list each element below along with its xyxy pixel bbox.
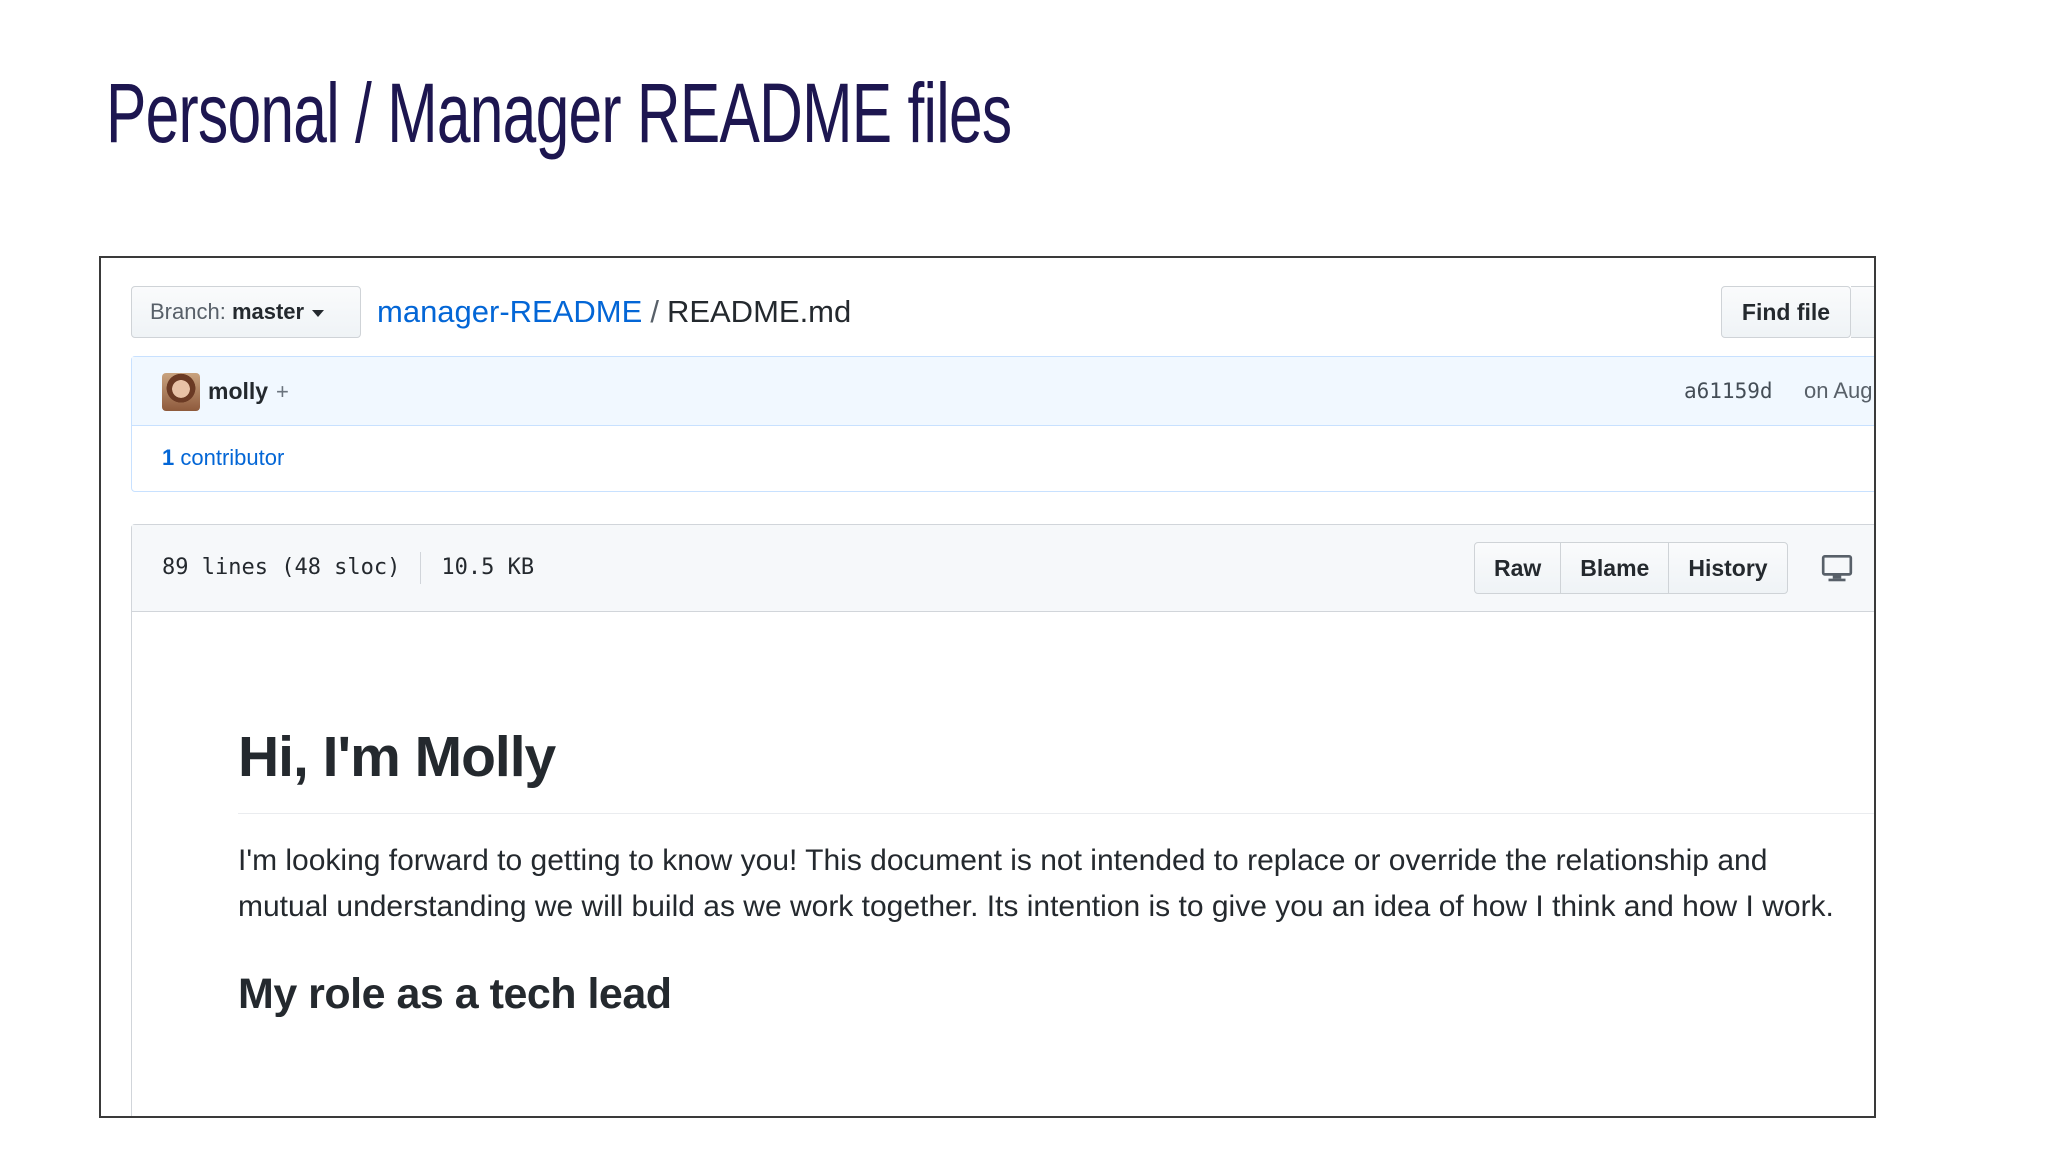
slide-title: Personal / Manager README files (106, 66, 1012, 160)
readme-content: Hi, I'm Molly I'm looking forward to get… (238, 611, 1874, 1022)
repo-link[interactable]: manager-README (377, 294, 642, 329)
blame-button[interactable]: Blame (1560, 542, 1670, 594)
github-file-view: Branch: master manager-README / README.md … (131, 286, 1874, 1116)
caret-down-icon (312, 309, 325, 317)
avatar[interactable] (162, 373, 200, 411)
commit-box: molly + a61159d on Aug 1 contributor (131, 356, 1874, 492)
file-header: 89 lines (48 sloc) 10.5 KB Raw Blame Hist… (132, 525, 1874, 612)
commit-author-link[interactable]: molly (208, 357, 268, 425)
readme-subheading: My role as a tech lead (238, 970, 672, 1018)
file-info-divider (420, 552, 422, 584)
commit-date: on Aug (1804, 378, 1873, 403)
github-screenshot: Branch: master manager-README / README.md … (99, 256, 1876, 1118)
file-navigation: Branch: master manager-README / README.md … (131, 286, 1874, 342)
file-info: 89 lines (48 sloc) 10.5 KB (162, 525, 534, 611)
raw-button[interactable]: Raw (1474, 542, 1562, 594)
copy-path-button[interactable] (1851, 286, 1874, 338)
breadcrumb: manager-README / README.md (377, 286, 851, 338)
file-line-count: 89 lines (48 sloc) (162, 555, 401, 580)
desktop-icon[interactable] (1820, 551, 1854, 585)
commit-tease: molly + a61159d on Aug (132, 357, 1874, 427)
readme-heading: Hi, I'm Molly (238, 721, 1874, 814)
branch-name: master (231, 299, 305, 324)
contributor-label: contributor (180, 445, 285, 470)
branch-select-button[interactable]: Branch: master (131, 286, 361, 338)
readme-paragraph: I'm looking forward to getting to know y… (238, 844, 1834, 923)
commit-sha-link[interactable]: a61159d (1684, 357, 1773, 425)
breadcrumb-separator: / (650, 294, 659, 329)
contributor-count: 1 (162, 445, 175, 470)
contributors-link[interactable]: 1 contributor (162, 425, 284, 491)
slide: Personal / Manager README files Branch: … (0, 0, 2048, 1152)
file-name: README.md (666, 294, 852, 329)
coauthor-plus-icon[interactable]: + (276, 357, 289, 427)
history-button[interactable]: History (1668, 542, 1788, 594)
file-actions: Raw Blame History (1474, 542, 1788, 594)
branch-prefix: Branch: (150, 299, 226, 324)
file-size: 10.5 KB (441, 555, 535, 580)
find-file-button[interactable]: Find file (1721, 286, 1851, 338)
file-box: 89 lines (48 sloc) 10.5 KB Raw Blame Hist… (131, 524, 1874, 1116)
